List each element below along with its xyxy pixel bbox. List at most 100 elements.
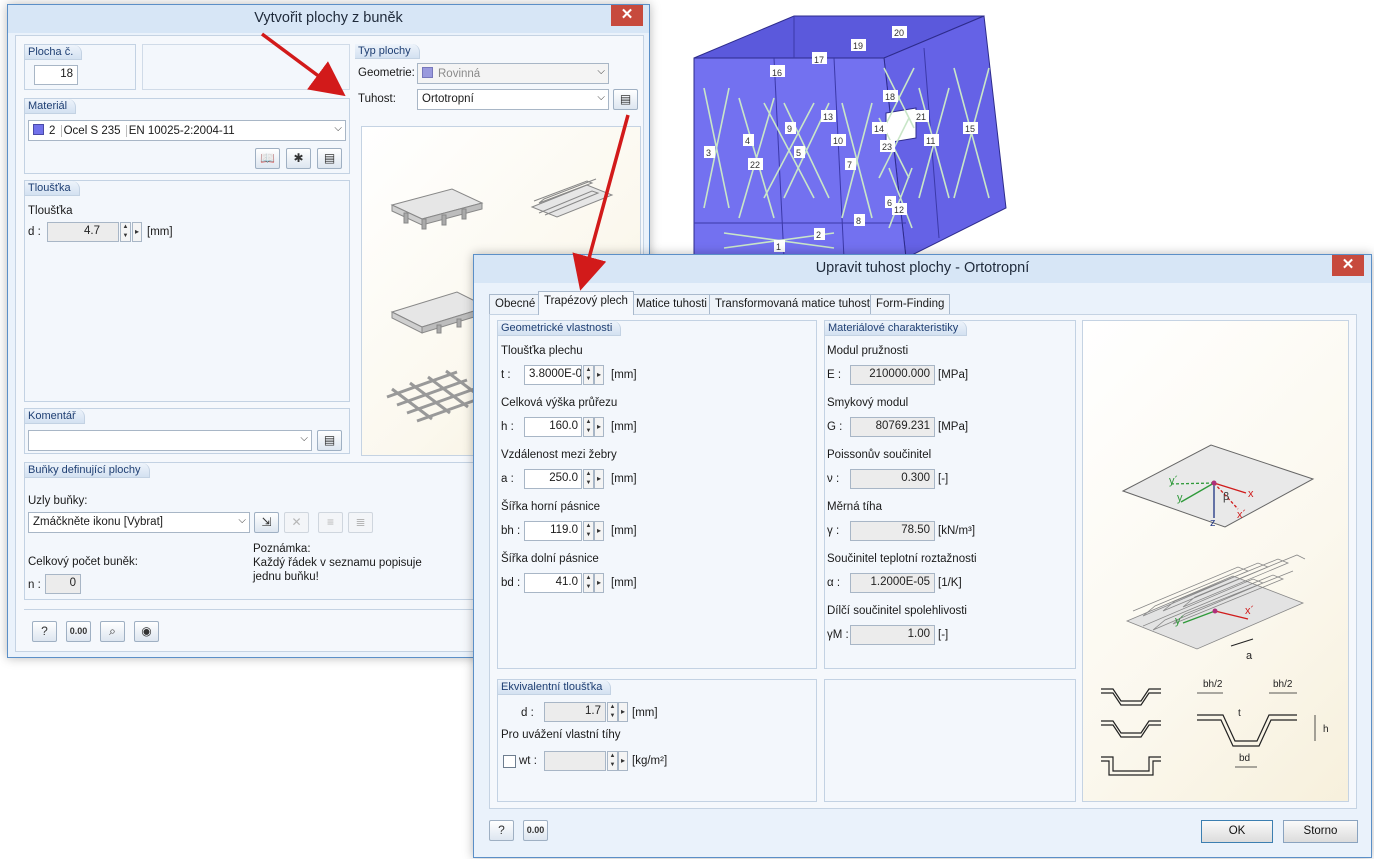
tab-trapezoidal-sheet[interactable]: Trapézový plech	[538, 291, 634, 315]
model-label-6: 6	[887, 198, 892, 208]
geom-label: Šířka horní pásnice	[501, 501, 601, 513]
tab-form-finding[interactable]: Form-Finding	[870, 294, 951, 314]
surface-type-group: Typ plochy Geometrie: Rovinná ⌵ Tuhost: O…	[355, 44, 639, 116]
note-line-1: Každý řádek v seznamu popisuje	[253, 557, 422, 569]
geometry-combo[interactable]: Rovinná ⌵	[417, 63, 609, 84]
axis-y1-label: y´	[1169, 475, 1178, 487]
geom-arrow[interactable]: ▸	[594, 521, 604, 541]
geom-unit: [mm]	[611, 421, 637, 433]
select-cells-button[interactable]: ⇲	[254, 512, 279, 533]
geom-arrow[interactable]: ▸	[594, 573, 604, 593]
equiv-d-spinner[interactable]: ▲ ▼	[607, 702, 618, 722]
tab-general[interactable]: Obecné	[489, 294, 542, 314]
cells-n-field[interactable]: 0	[45, 574, 81, 594]
geom-arrow[interactable]: ▸	[594, 469, 604, 489]
comment-combo[interactable]: ⌵	[28, 430, 312, 451]
view-button[interactable]: ◉	[134, 621, 159, 642]
surface-number-field[interactable]: 18	[34, 65, 78, 85]
equiv-d-field[interactable]: 1.7	[544, 702, 606, 722]
search-button[interactable]: ⌕	[100, 621, 125, 642]
material-characteristics-header: Materiálové charakteristiky	[825, 321, 968, 336]
equiv-d-arrow[interactable]: ▸	[618, 702, 628, 722]
mat-label: Poissonův součinitel	[827, 449, 932, 461]
comment-library-button[interactable]: ▤	[317, 430, 342, 451]
help-button-2[interactable]: ?	[489, 820, 514, 841]
model-label-17: 17	[814, 55, 824, 65]
model-label-13: 13	[823, 112, 833, 122]
material-library-button[interactable]: 📖	[255, 148, 280, 169]
edit-icon: ▤	[323, 151, 336, 165]
mat-value-field[interactable]: 0.300	[850, 469, 935, 489]
thickness-d-field[interactable]: 4.7	[47, 222, 119, 242]
geom-spinner[interactable]: ▲ ▼	[583, 469, 594, 489]
dialog1-close-button[interactable]: ✕	[611, 5, 643, 26]
help-button[interactable]: ?	[32, 621, 57, 642]
mat-label: Modul pružnosti	[827, 345, 909, 357]
model-label-9: 9	[787, 124, 792, 134]
bh2-left-label: bh/2	[1203, 679, 1223, 690]
geom-label: Šířka dolní pásnice	[501, 553, 599, 565]
mat-value-field[interactable]: 78.50	[850, 521, 935, 541]
cell-nodes-combo[interactable]: Zmáčkněte ikonu [Vybrat] ⌵	[28, 512, 250, 533]
model-label-5: 5	[796, 148, 801, 158]
edit-stiffness-button[interactable]: ▤	[613, 89, 638, 110]
sheet-y1-label: y´	[1175, 615, 1184, 627]
geom-arrow[interactable]: ▸	[594, 417, 604, 437]
material-name: Ocel S 235	[60, 125, 121, 137]
tab-transformed-matrix[interactable]: Transformovaná matice tuhosti	[709, 294, 879, 314]
thickness-arrow[interactable]: ▸	[132, 222, 142, 242]
geom-value-field[interactable]: 119.0	[524, 521, 582, 541]
wt-field[interactable]	[544, 751, 606, 771]
model-label-8: 8	[856, 216, 861, 226]
geom-value-field[interactable]: 160.0	[524, 417, 582, 437]
mat-symbol: γM :	[827, 629, 849, 641]
mat-value-field[interactable]: 210000.000	[850, 365, 935, 385]
geom-value-field[interactable]: 3.8000E-01	[524, 365, 582, 385]
geom-arrow[interactable]: ▸	[594, 365, 604, 385]
mat-symbol: γ :	[827, 525, 840, 537]
wt-arrow[interactable]: ▸	[618, 751, 628, 771]
units-button-2[interactable]: 0.00	[523, 820, 548, 841]
library-icon: ▤	[323, 433, 336, 447]
wt-label: wt :	[519, 755, 537, 767]
units-button[interactable]: 0.00	[66, 621, 91, 642]
material-combo[interactable]: 2 Ocel S 235 EN 10025-2:2004-11 ⌵	[28, 120, 346, 141]
geom-spinner[interactable]: ▲ ▼	[583, 521, 594, 541]
mat-value-field[interactable]: 80769.231	[850, 417, 935, 437]
cells-list-button[interactable]: ≡	[318, 512, 343, 533]
self-weight-checkbox[interactable]	[503, 755, 516, 768]
library-icon: 📖	[260, 151, 275, 165]
dialog1-titlebar: Vytvořit plochy z buněk ✕	[8, 5, 649, 33]
mat-symbol: E :	[827, 369, 842, 381]
tab-stiffness-matrix[interactable]: Matice tuhosti	[630, 294, 713, 314]
storno-button[interactable]: Storno	[1283, 820, 1358, 843]
model-label-11: 11	[926, 136, 935, 146]
edit-material-button[interactable]: ▤	[317, 148, 342, 169]
mat-label: Součinitel teplotní roztažnosti	[827, 553, 977, 565]
model-label-20: 20	[894, 28, 904, 38]
new-material-button[interactable]: ✱	[286, 148, 311, 169]
geom-spinner[interactable]: ▲ ▼	[583, 573, 594, 593]
stiffness-combo[interactable]: Ortotropní ⌵	[417, 89, 609, 110]
geom-value-field[interactable]: 250.0	[524, 469, 582, 489]
geom-value-field[interactable]: 41.0	[524, 573, 582, 593]
dialog2-close-button[interactable]: ✕	[1332, 255, 1364, 276]
thickness-spinner[interactable]: ▲ ▼	[120, 222, 131, 242]
ok-button[interactable]: OK	[1201, 820, 1273, 843]
model-label-14: 14	[874, 124, 884, 134]
mat-symbol: α :	[827, 577, 841, 589]
cells-edit-button[interactable]: ≣	[348, 512, 373, 533]
mat-value-field[interactable]: 1.00	[850, 625, 935, 645]
geom-symbol: bh :	[501, 525, 521, 537]
mat-value-field[interactable]: 1.2000E-05	[850, 573, 935, 593]
cells-count-label: Celkový počet buněk:	[28, 556, 138, 568]
geom-spinner[interactable]: ▲ ▼	[583, 417, 594, 437]
material-header: Materiál	[25, 99, 77, 114]
wt-spinner[interactable]: ▲ ▼	[607, 751, 618, 771]
delete-cells-button[interactable]: ✕	[284, 512, 309, 533]
material-group: Materiál 2 Ocel S 235 EN 10025-2:2004-11…	[24, 98, 350, 174]
model-label-16: 16	[772, 68, 782, 78]
mat-symbol: ν :	[827, 473, 840, 485]
mat-label: Dílčí součinitel spolehlivosti	[827, 605, 967, 617]
geom-spinner[interactable]: ▲ ▼	[583, 365, 594, 385]
